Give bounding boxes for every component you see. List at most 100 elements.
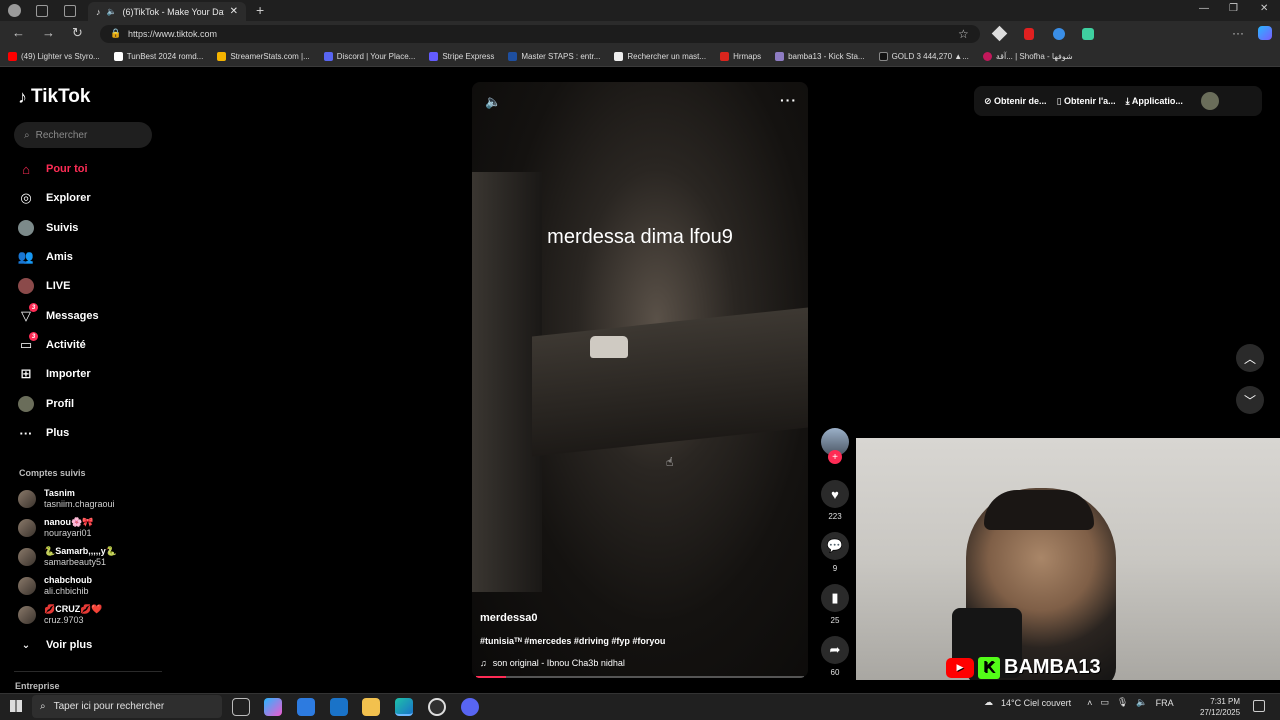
notifications-icon[interactable]	[1253, 700, 1265, 712]
bookmark-item[interactable]: GOLD 3 444,270 ▲...	[878, 52, 969, 61]
extension-icon[interactable]	[1082, 28, 1094, 40]
search-input[interactable]: ⌕ Rechercher	[14, 122, 152, 148]
video-player[interactable]: merdessa dima lfou9 merdessa0 #tunisiaᵀᴺ…	[472, 82, 808, 678]
browser-menu-icon[interactable]: ···	[1232, 26, 1244, 40]
like-button[interactable]: ♥ 223	[820, 480, 850, 521]
copilot-icon[interactable]	[1258, 26, 1272, 40]
following-item[interactable]: 💋CRUZ💋❤️ cruz.9703	[18, 602, 168, 628]
get-coins-button[interactable]: ⊘ Obtenir de...	[984, 96, 1047, 107]
video-progress-bar[interactable]	[476, 676, 804, 678]
follow-plus-icon[interactable]: +	[828, 450, 842, 464]
nav-label: Amis	[46, 251, 73, 263]
task-view-icon[interactable]	[232, 698, 250, 716]
music-note-icon: ♫	[480, 658, 487, 668]
url-field[interactable]: 🔒 https://www.tiktok.com	[100, 25, 980, 43]
nav-messages[interactable]: ▽ 3 Messages	[18, 303, 168, 327]
video-hashtags[interactable]: #tunisiaᵀᴺ #mercedes #driving #fyp #fory…	[480, 636, 665, 646]
bookmark-item[interactable]: bamba13 - Kick Sta...	[775, 52, 865, 61]
bookmark-item[interactable]: آقة... | Shofha - شوفها	[982, 52, 1073, 61]
obs-icon[interactable]	[428, 698, 446, 716]
following-item[interactable]: 🐍Samarb,,,,,y🐍 samarbeauty51	[18, 544, 168, 570]
reload-icon[interactable]: ↻	[72, 25, 83, 41]
bookmark-item[interactable]: Master STAPS : entr...	[508, 52, 600, 61]
next-video-button[interactable]: ﹀	[1236, 386, 1264, 414]
copilot-icon[interactable]	[264, 698, 282, 716]
video-username[interactable]: merdessa0	[480, 612, 538, 624]
tab-actions-icon[interactable]	[64, 5, 76, 17]
site-info-icon[interactable]: 🔒	[110, 28, 121, 39]
extension-icon[interactable]	[1053, 28, 1065, 40]
bookmark-item[interactable]: Hrmaps	[720, 52, 761, 61]
nav-suivis[interactable]: Suivis	[18, 217, 168, 239]
more-options-icon[interactable]: ···	[780, 92, 797, 108]
bookmark-item[interactable]: StreamerStats.com |...	[217, 52, 310, 61]
see-more-button[interactable]: ⌄ Voir plus	[18, 634, 168, 656]
bookmark-item[interactable]: (49) Lighter vs Styro...	[8, 52, 100, 61]
comment-button[interactable]: 💬 9	[820, 532, 850, 573]
workspaces-icon[interactable]	[36, 5, 48, 17]
close-window-icon[interactable]: ✕	[1260, 3, 1268, 14]
following-item[interactable]: nanou🌸🎀 nourayari01	[18, 515, 168, 541]
streamer-brand: ▶ K BAMBA13	[946, 656, 1101, 679]
avatar[interactable]	[1200, 92, 1219, 110]
back-icon[interactable]: ←	[12, 25, 25, 40]
nav-pour-toi[interactable]: ⌂ Pour toi	[18, 158, 168, 180]
get-app-button[interactable]: ▯ Obtenir l'a...	[1057, 96, 1116, 107]
share-button[interactable]: ➦ 60	[820, 636, 850, 677]
mail-icon[interactable]	[330, 698, 348, 716]
tiktok-note-icon: ♪	[18, 86, 27, 107]
creator-avatar[interactable]: +	[820, 428, 850, 464]
tiktok-logo[interactable]: ♪ TikTok	[18, 86, 90, 108]
bookmark-item[interactable]: Discord | Your Place...	[323, 52, 415, 61]
weather-text[interactable]: 14°C Ciel couvert	[1001, 698, 1071, 708]
nav-label: Pour toi	[46, 163, 88, 175]
new-tab-icon[interactable]: +	[256, 2, 264, 18]
file-explorer-icon[interactable]	[362, 698, 380, 716]
discord-icon[interactable]	[461, 698, 479, 716]
nav-live[interactable]: LIVE	[18, 275, 168, 297]
chevron-down-icon: ⌄	[21, 639, 31, 651]
mic-icon[interactable]: 🎙	[1117, 697, 1128, 708]
bookmark-item[interactable]: Stripe Express	[429, 52, 494, 61]
profile-icon[interactable]	[8, 4, 21, 17]
download-app-button[interactable]: ⤓ Applicatio...	[1126, 96, 1183, 107]
minimize-icon[interactable]: —	[1199, 3, 1209, 14]
nav-plus[interactable]: ··· Plus	[18, 422, 168, 444]
bookmark-item[interactable]: TunBest 2024 romd...	[113, 52, 203, 61]
video-sound[interactable]: ♫ son original - Ibnou Cha3b nidhal	[480, 658, 625, 668]
nav-explorer[interactable]: ◎ Explorer	[18, 187, 168, 209]
extension-icon[interactable]	[1024, 28, 1034, 40]
bookmark-item[interactable]: Rechercher un mast...	[614, 52, 706, 61]
windows-start-icon[interactable]	[10, 700, 22, 712]
nav-amis[interactable]: 👥 Amis	[18, 246, 168, 268]
nav-importer[interactable]: ⊞ Importer	[18, 363, 168, 385]
previous-video-button[interactable]: ︿	[1236, 344, 1264, 372]
language-indicator[interactable]: FRA	[1156, 698, 1174, 708]
audio-icon[interactable]: 🔈	[107, 7, 117, 16]
nav-profil[interactable]: Profil	[18, 393, 168, 415]
forward-icon[interactable]: →	[42, 25, 55, 40]
volume-icon[interactable]: 🔈	[1136, 697, 1147, 708]
taskbar-search-input[interactable]: ⌕ Taper ici pour rechercher	[32, 695, 222, 718]
nav-activite[interactable]: ▭ 3 Activité	[18, 332, 168, 356]
following-item[interactable]: chabchoub ali.chbichib	[18, 573, 168, 599]
account-name: nanou🌸🎀	[44, 517, 94, 527]
close-tab-icon[interactable]: ✕	[230, 6, 238, 17]
edge-icon[interactable]	[395, 698, 413, 716]
entreprise-section[interactable]: Entreprise	[15, 681, 60, 691]
network-icon[interactable]: ▭	[1100, 697, 1109, 708]
following-item[interactable]: Tasnim tasniim.chagraoui	[18, 486, 168, 512]
chevron-up-icon[interactable]: ˄	[1087, 698, 1092, 708]
chevron-down-icon: ﹀	[1243, 393, 1256, 408]
share-count: 60	[830, 668, 840, 677]
clock[interactable]: 7:31 PM 27/12/2025	[1200, 696, 1240, 718]
clock-date: 27/12/2025	[1200, 708, 1241, 717]
account-handle: cruz.9703	[44, 615, 84, 625]
store-icon[interactable]	[297, 698, 315, 716]
active-tab[interactable]: ♪ 🔈 (6)TikTok - Make Your Day ✕	[88, 2, 246, 21]
save-button[interactable]: ▮ 25	[820, 584, 850, 625]
restore-icon[interactable]: ❐	[1229, 3, 1238, 14]
volume-icon[interactable]: 🔈	[485, 94, 501, 110]
star-icon[interactable]: ☆	[958, 27, 969, 41]
video-scene-road	[532, 307, 808, 457]
